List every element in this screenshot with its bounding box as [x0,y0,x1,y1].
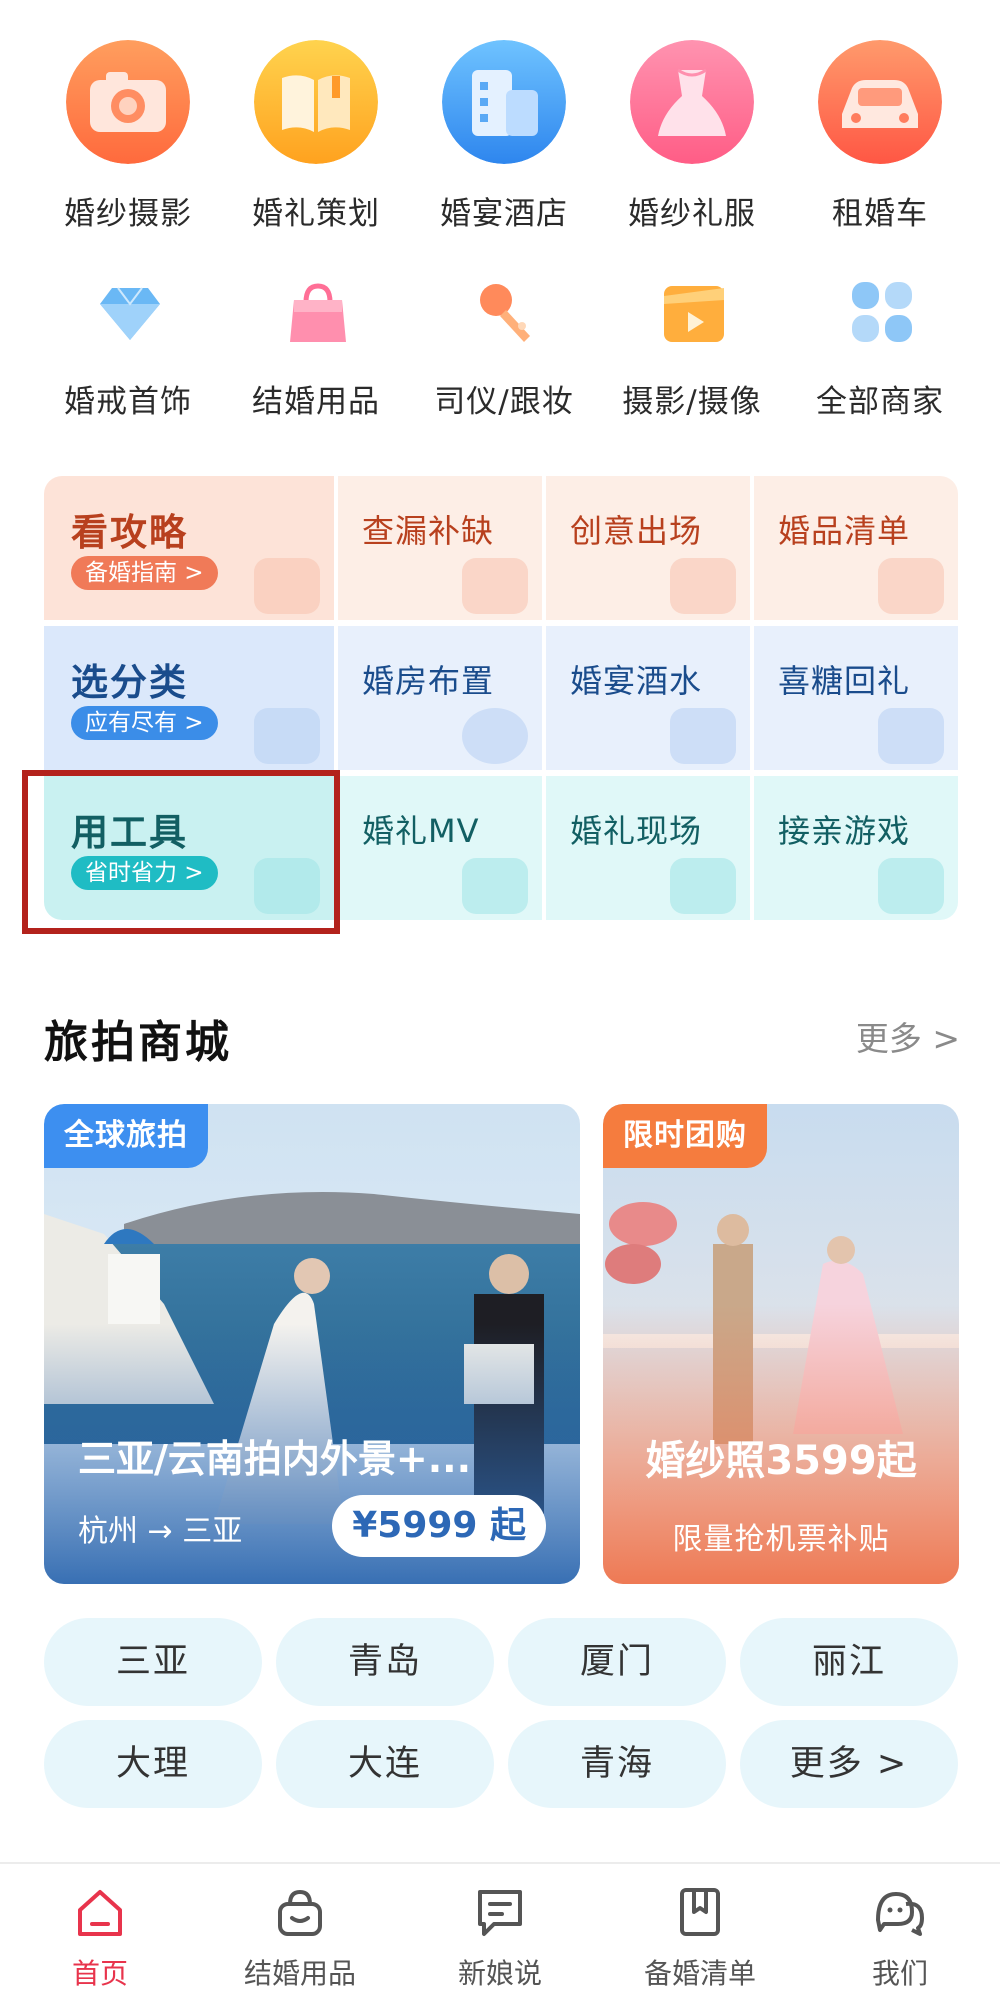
nav-bride-says[interactable]: 新娘说 [400,1864,600,1998]
guide-item[interactable]: 创意出场 [546,476,750,620]
city-chip[interactable]: 大理 [44,1720,262,1808]
message-icon [478,1890,522,1936]
category-photo-video[interactable]: 摄影/摄像 [598,0,786,420]
city-chip[interactable]: 三亚 [44,1618,262,1706]
guide-pill: 备婚指南 > [71,556,218,590]
bottom-nav: 首页 结婚用品 新娘说 备婚清单 我们 [0,1862,1000,1998]
couple-icon [876,1892,924,1936]
guide-item-label: 婚宴酒水 [570,662,703,700]
guide-head-category[interactable]: 选分类 应有尽有 > [44,626,334,770]
promo-subtitle: 限量抢机票补贴 [672,1522,890,1557]
promo-card-global[interactable]: 全球旅拍 三亚/云南拍内外景+... 杭州 → 三亚 ¥5999 起 [44,1104,580,1584]
guide-head-strategy[interactable]: 看攻略 备婚指南 > [44,476,334,620]
guide-item-label: 婚礼现场 [570,812,703,850]
highlight-box [22,770,340,934]
section-more-link[interactable]: 更多 > [856,1012,960,1060]
promo-route: 杭州 → 三亚 [78,1514,243,1549]
guide-item-label: 喜糖回礼 [778,662,911,700]
shopping-bag-icon [278,1889,322,1936]
category-label: 全部商家 [816,384,944,420]
guide-item-label: 婚房布置 [362,662,495,700]
guide-item[interactable]: 婚礼现场 [546,776,750,920]
microphone-icon [480,284,530,342]
balloon-deco-icon [462,708,528,764]
cart-deco-icon [878,558,944,614]
category-all-merchants[interactable]: 全部商家 [786,0,974,420]
nav-label: 首页 [71,1957,128,1990]
guide-title: 选分类 [71,661,188,704]
category-label: 摄影/摄像 [622,384,762,420]
guide-pill: 应有尽有 > [71,706,218,740]
promo-title: 婚纱照3599起 [645,1438,917,1484]
nav-label: 结婚用品 [243,1957,356,1990]
guide-item[interactable]: 接亲游戏 [754,776,958,920]
store-deco-icon [254,708,320,764]
category-label: 婚戒首饰 [64,384,192,420]
category-wedding-supplies[interactable]: 结婚用品 [222,0,410,420]
guide-title: 看攻略 [71,511,188,554]
checklist-deco-icon [462,558,528,614]
guide-item[interactable]: 婚礼MV [338,776,542,920]
guide-item[interactable]: 婚宴酒水 [546,626,750,770]
nav-label: 我们 [871,1957,928,1990]
city-more-chip[interactable]: 更多 > [740,1720,958,1808]
guide-row-category: 选分类 应有尽有 > 婚房布置 婚宴酒水 喜糖回礼 [44,626,958,770]
promo-price-button[interactable]: ¥5999 起 [332,1495,546,1557]
nav-label: 新娘说 [457,1957,542,1990]
category-label: 司仪/跟妆 [434,384,574,420]
promo-card-groupbuy[interactable]: 限时团购 婚纱照3599起 限量抢机票补贴 [603,1104,959,1584]
category-label: 结婚用品 [252,384,380,420]
guide-item-label: 接亲游戏 [778,812,911,850]
city-chip[interactable]: 丽江 [740,1618,958,1706]
promo-tag: 限时团购 [603,1104,767,1168]
city-chip[interactable]: 青海 [508,1720,726,1808]
hearts-deco-icon [670,858,736,914]
beach-couple-photo [603,1104,959,1584]
nav-home[interactable]: 首页 [0,1864,200,1998]
promo-tag: 全球旅拍 [44,1104,208,1168]
nav-supplies[interactable]: 结婚用品 [200,1864,400,1998]
bag-icon [290,283,346,342]
heart-deco-icon [670,558,736,614]
guide-item-label: 婚礼MV [362,812,480,850]
nav-us[interactable]: 我们 [800,1864,1000,1998]
category-rings-jewelry[interactable]: 婚戒首饰 [34,0,222,420]
city-chip[interactable]: 青岛 [276,1618,494,1706]
video-icon [664,286,724,342]
notebook-icon [680,1888,720,1936]
grid-icon [852,282,912,342]
guide-row-strategy: 看攻略 备婚指南 > 查漏补缺 创意出场 婚品清单 [44,476,958,620]
play-deco-icon [462,858,528,914]
category-host-makeup[interactable]: 司仪/跟妆 [410,0,598,420]
guide-item[interactable]: 喜糖回礼 [754,626,958,770]
guide-item[interactable]: 婚品清单 [754,476,958,620]
guide-item-label: 查漏补缺 [362,512,495,550]
city-chip[interactable]: 大连 [276,1720,494,1808]
city-chip[interactable]: 厦门 [508,1618,726,1706]
book-deco-icon [254,558,320,614]
promo-title: 三亚/云南拍内外景+... [78,1437,472,1481]
section-title: 旅拍商城 [44,1017,232,1068]
nav-checklist[interactable]: 备婚清单 [600,1864,800,1998]
guide-item[interactable]: 婚房布置 [338,626,542,770]
diamond-icon [100,287,160,340]
wine-deco-icon [670,708,736,764]
home-icon [78,1890,122,1936]
heart-card-deco-icon [878,858,944,914]
guide-item-label: 婚品清单 [778,512,911,550]
gift-deco-icon [878,708,944,764]
guide-item[interactable]: 查漏补缺 [338,476,542,620]
guide-item-label: 创意出场 [570,512,703,550]
nav-label: 备婚清单 [643,1957,756,1990]
